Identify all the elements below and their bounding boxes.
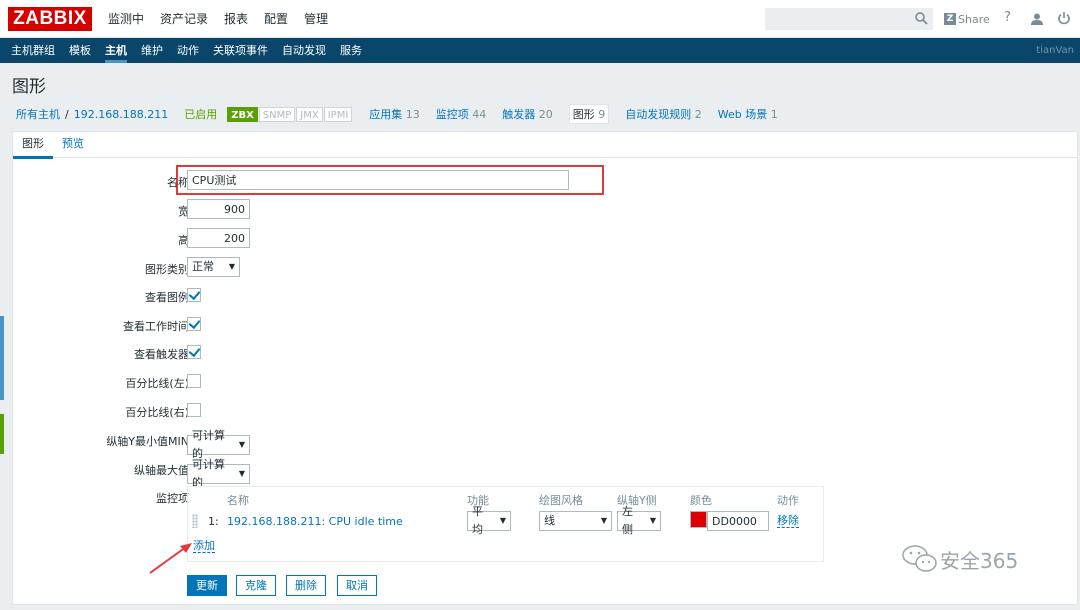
watermark-text: 安全365 [940,548,1019,573]
annotation-arrow-icon [149,543,192,574]
watermark: 安全365 [900,543,1018,575]
wechat-logo-icon [902,545,937,572]
